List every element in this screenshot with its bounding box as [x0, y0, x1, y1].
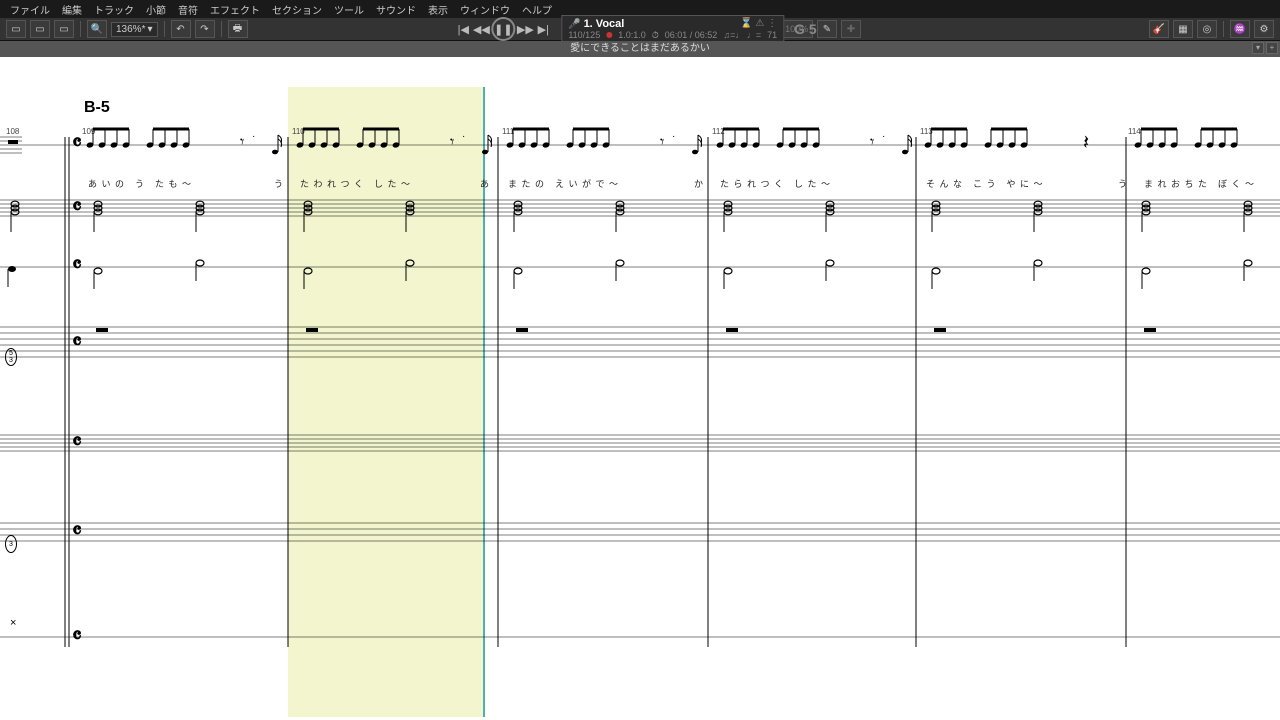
svg-text:𝄴: 𝄴: [72, 130, 82, 155]
skip-start-icon[interactable]: |◀: [455, 21, 471, 37]
fretboard-icon[interactable]: ▦: [1173, 20, 1193, 38]
score-viewport[interactable]: B-5 108 109 110 111 112 113 114 あ い の う …: [0, 57, 1280, 720]
zoom-level[interactable]: 136%* ▾: [111, 22, 158, 37]
svg-text:𝄴: 𝄴: [72, 518, 82, 543]
svg-text:·: ·: [882, 131, 885, 142]
menu-edit[interactable]: 編集: [56, 2, 88, 17]
svg-text:𝄴: 𝄴: [72, 194, 82, 219]
layout-btn-1[interactable]: ▭: [6, 20, 26, 38]
menu-track[interactable]: トラック: [88, 2, 140, 17]
score-svg: × 𝄴𝄴𝄴 𝄴𝄴𝄴𝄴 𝄾·𝄾·𝄾·𝄾·𝄽𝄾·: [0, 57, 1280, 720]
tempo-display: 71: [767, 30, 777, 40]
document-title[interactable]: 愛にできることはまだあるかい: [570, 43, 710, 54]
svg-text:𝄴: 𝄴: [72, 429, 82, 454]
svg-text:𝄽: 𝄽: [1083, 132, 1089, 154]
time-display: 06:01 / 06:52: [665, 30, 718, 40]
svg-text:𝄾: 𝄾: [660, 134, 664, 151]
svg-text:·: ·: [462, 131, 465, 142]
mixer-icon[interactable]: ◎: [1197, 20, 1217, 38]
layout-btn-3[interactable]: ▭: [54, 20, 74, 38]
bar-counter: 110/125: [568, 30, 600, 40]
staff-tab3: [0, 523, 1280, 541]
barlines: [65, 137, 1126, 647]
transport-controls: |◀ ◀◀ ❚❚ ▶▶ ▶| 🎤 1. Vocal ⌛ ⚠ ⋮ 110/125 …: [455, 15, 824, 44]
menu-effect[interactable]: エフェクト: [204, 2, 266, 17]
menu-bar[interactable]: 小節: [140, 2, 172, 17]
forward-icon[interactable]: ▶▶: [517, 21, 533, 37]
pause-button[interactable]: ❚❚: [491, 17, 515, 41]
staff-tab2: [0, 435, 1280, 451]
vocal-notes: 𝄾·𝄾·𝄾·𝄾·𝄽𝄾·: [86, 129, 1280, 154]
svg-text:𝄴: 𝄴: [72, 623, 82, 648]
menu-section[interactable]: セクション: [266, 2, 328, 17]
svg-text:·: ·: [252, 131, 255, 142]
track-info-panel[interactable]: 🎤 1. Vocal ⌛ ⚠ ⋮ 110/125 1.0:1.0 ⏱ 06:01…: [561, 15, 784, 44]
track-name: 1. Vocal: [584, 18, 625, 30]
svg-text:𝄴: 𝄴: [72, 252, 82, 277]
skip-end-icon[interactable]: ▶|: [535, 21, 551, 37]
menu-sound[interactable]: サウンド: [370, 2, 422, 17]
toolbar: ▭ ▭ ▭ 🔍 136%* ▾ ↶ ↷ 🖶 |◀ ◀◀ ❚❚ ▶▶ ▶| 🎤 1…: [0, 18, 1280, 41]
menu-view[interactable]: 表示: [422, 2, 454, 17]
eq-icon[interactable]: ♒: [1230, 20, 1250, 38]
search-icon[interactable]: 🔍: [87, 20, 107, 38]
menu-file[interactable]: ファイル: [4, 2, 56, 17]
staff-drums: ×: [0, 617, 1280, 637]
svg-text:·: ·: [672, 131, 675, 142]
rewind-icon[interactable]: ◀◀: [473, 21, 489, 37]
svg-text:𝄴: 𝄴: [72, 329, 82, 354]
staff-tab1: [0, 327, 1280, 357]
tab-rests: [96, 328, 1156, 332]
tab-menu-icon[interactable]: ▾: [1252, 42, 1264, 54]
menu-tool[interactable]: ツール: [328, 2, 370, 17]
bass-notes: [8, 260, 1252, 289]
svg-text:𝄾: 𝄾: [870, 134, 874, 151]
redo-button[interactable]: ↷: [195, 20, 215, 38]
chord-display: G 5: [786, 21, 825, 37]
svg-text:𝄾: 𝄾: [240, 134, 244, 151]
add-button[interactable]: ✚: [841, 20, 861, 38]
record-indicator-icon: [606, 32, 612, 38]
document-tab-bar: 愛にできることはまだあるかい ▾ +: [0, 41, 1280, 57]
staff-chords: [0, 200, 1280, 216]
tab-add-icon[interactable]: +: [1266, 42, 1278, 54]
print-button[interactable]: 🖶: [228, 20, 248, 38]
beat-pos: 1.0:1.0: [618, 30, 646, 40]
chord-notes: [11, 201, 1252, 232]
undo-button[interactable]: ↶: [171, 20, 191, 38]
layout-btn-2[interactable]: ▭: [30, 20, 50, 38]
time-signatures: 𝄴 𝄴 𝄴 𝄴 𝄴 𝄴 𝄴: [72, 130, 82, 648]
settings-icon[interactable]: ⚙: [1254, 20, 1274, 38]
menu-note[interactable]: 音符: [172, 2, 204, 17]
svg-text:×: ×: [10, 617, 16, 629]
svg-text:𝄾: 𝄾: [450, 134, 454, 151]
instrument-icon[interactable]: 🎸: [1149, 20, 1169, 38]
